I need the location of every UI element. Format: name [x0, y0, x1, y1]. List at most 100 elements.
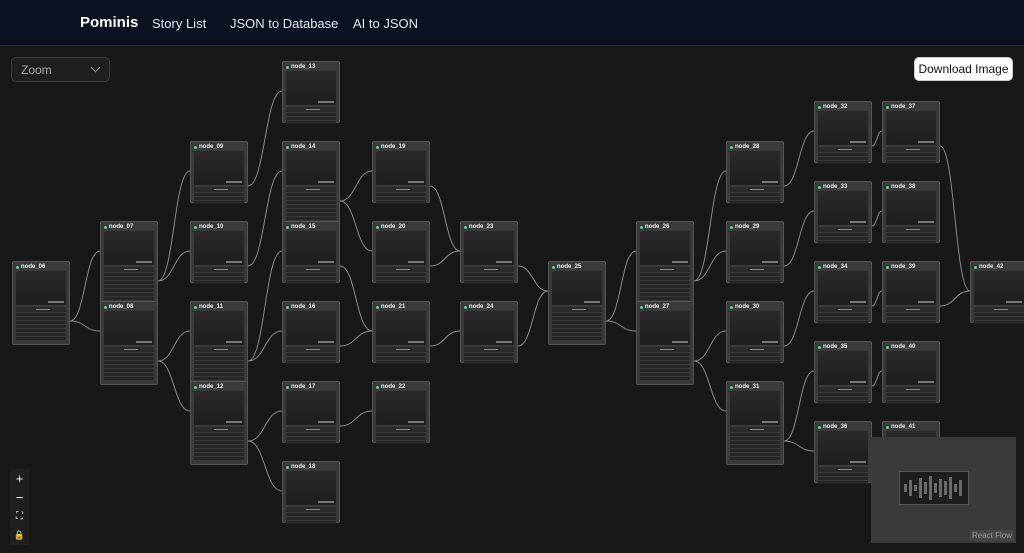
- flow-edge[interactable]: [693, 360, 727, 412]
- flow-node[interactable]: node_08: [100, 301, 158, 385]
- flow-edge[interactable]: [157, 170, 191, 282]
- node-field: [16, 317, 66, 320]
- flow-node[interactable]: node_17: [282, 381, 340, 444]
- flow-edge[interactable]: [939, 290, 971, 307]
- node-caption: [194, 187, 244, 192]
- node-field: [286, 197, 336, 200]
- flow-edge[interactable]: [339, 410, 373, 427]
- flow-node[interactable]: node_37: [882, 101, 940, 164]
- nav-ai-to-json[interactable]: AI to JSON: [353, 16, 418, 31]
- flow-node[interactable]: node_16: [282, 301, 340, 364]
- flow-node[interactable]: node_22: [372, 381, 430, 444]
- flow-node[interactable]: node_32: [814, 101, 872, 164]
- flow-edge[interactable]: [247, 250, 283, 362]
- flow-node[interactable]: node_09: [190, 141, 248, 204]
- flow-node[interactable]: node_20: [372, 221, 430, 284]
- flow-edge[interactable]: [339, 200, 373, 252]
- flow-node[interactable]: node_38: [882, 181, 940, 244]
- flow-edge[interactable]: [429, 330, 461, 347]
- flow-node[interactable]: node_15: [282, 221, 340, 284]
- flow-edge[interactable]: [939, 145, 971, 292]
- flow-node[interactable]: node_34: [814, 261, 872, 324]
- react-flow-attribution[interactable]: React Flow: [969, 530, 1014, 541]
- flow-edge[interactable]: [247, 170, 283, 267]
- flow-edge[interactable]: [871, 210, 883, 227]
- node-image: [376, 391, 426, 425]
- flow-node[interactable]: node_33: [814, 181, 872, 244]
- flow-edge[interactable]: [517, 290, 549, 347]
- node-caption: [16, 307, 66, 312]
- flow-node[interactable]: node_06: [12, 261, 70, 345]
- flow-node[interactable]: node_31: [726, 381, 784, 465]
- flow-node[interactable]: node_42: [970, 261, 1024, 324]
- flow-node[interactable]: node_19: [372, 141, 430, 204]
- flow-node[interactable]: node_40: [882, 341, 940, 404]
- flow-edge[interactable]: [783, 210, 815, 267]
- flow-edge[interactable]: [247, 90, 283, 187]
- lock-button[interactable]: 🔒: [10, 526, 29, 545]
- flow-node[interactable]: node_12: [190, 381, 248, 465]
- fit-view-button[interactable]: ⛶: [10, 507, 29, 526]
- flow-edge[interactable]: [783, 370, 815, 442]
- node-field: [194, 369, 244, 372]
- flow-node[interactable]: node_18: [282, 461, 340, 524]
- flow-edge[interactable]: [339, 170, 373, 202]
- flow-edge[interactable]: [871, 370, 883, 387]
- nav-story-list[interactable]: Story List: [152, 16, 206, 31]
- node-image: [194, 391, 244, 425]
- flow-edge[interactable]: [871, 130, 883, 147]
- nav-json-to-database[interactable]: JSON to Database: [230, 16, 338, 31]
- flow-edge[interactable]: [693, 170, 727, 282]
- flow-node[interactable]: node_24: [460, 301, 518, 364]
- flow-edge[interactable]: [157, 360, 191, 412]
- flow-edge[interactable]: [69, 250, 101, 322]
- node-field: [730, 445, 780, 448]
- minimap[interactable]: React Flow: [871, 437, 1016, 543]
- flow-node[interactable]: node_35: [814, 341, 872, 404]
- flow-node[interactable]: node_25: [548, 261, 606, 345]
- flow-edge[interactable]: [693, 330, 727, 362]
- flow-edge[interactable]: [429, 250, 461, 267]
- flow-node[interactable]: node_13: [282, 61, 340, 124]
- flow-edge[interactable]: [517, 265, 549, 292]
- flow-node[interactable]: node_39: [882, 261, 940, 324]
- flow-canvas[interactable]: node_06 node_07 node_08 node_09 node_10 node_…: [0, 46, 1024, 553]
- node-field: [640, 273, 690, 276]
- node-caption: [640, 267, 690, 272]
- flow-edge[interactable]: [783, 290, 815, 347]
- flow-node[interactable]: node_23: [460, 221, 518, 284]
- flow-edge[interactable]: [247, 410, 283, 442]
- flow-edge[interactable]: [605, 320, 637, 332]
- flow-node[interactable]: node_14: [282, 141, 340, 225]
- flow-node[interactable]: node_36: [814, 421, 872, 484]
- download-image-button[interactable]: Download Image: [914, 57, 1013, 81]
- node-field: [286, 441, 336, 444]
- flow-node[interactable]: node_29: [726, 221, 784, 284]
- flow-node[interactable]: node_10: [190, 221, 248, 284]
- flow-node[interactable]: node_28: [726, 141, 784, 204]
- flow-edge[interactable]: [339, 265, 373, 332]
- zoom-in-button[interactable]: +: [10, 469, 29, 488]
- node-field: [286, 121, 336, 124]
- flow-node[interactable]: node_11: [190, 301, 248, 385]
- top-navbar: Pominis Story List JSON to Database AI t…: [0, 0, 1024, 46]
- flow-edge[interactable]: [605, 250, 637, 322]
- flow-edge[interactable]: [157, 330, 191, 362]
- flow-edge[interactable]: [429, 185, 461, 252]
- flow-edge[interactable]: [339, 330, 373, 347]
- flow-edge[interactable]: [783, 130, 815, 187]
- flow-edge[interactable]: [69, 320, 101, 332]
- flow-node[interactable]: node_27: [636, 301, 694, 385]
- flow-edge[interactable]: [871, 290, 883, 307]
- flow-node[interactable]: node_26: [636, 221, 694, 305]
- flow-edge[interactable]: [783, 440, 815, 452]
- node-field: [818, 153, 868, 156]
- flow-node[interactable]: node_21: [372, 301, 430, 364]
- zoom-select[interactable]: Zoom: [11, 57, 110, 82]
- flow-edge[interactable]: [247, 440, 283, 492]
- brand-logo[interactable]: Pominis: [80, 14, 138, 31]
- flow-node[interactable]: node_30: [726, 301, 784, 364]
- flow-node[interactable]: node_07: [100, 221, 158, 305]
- node-title: node_10: [191, 222, 247, 231]
- zoom-out-button[interactable]: −: [10, 488, 29, 507]
